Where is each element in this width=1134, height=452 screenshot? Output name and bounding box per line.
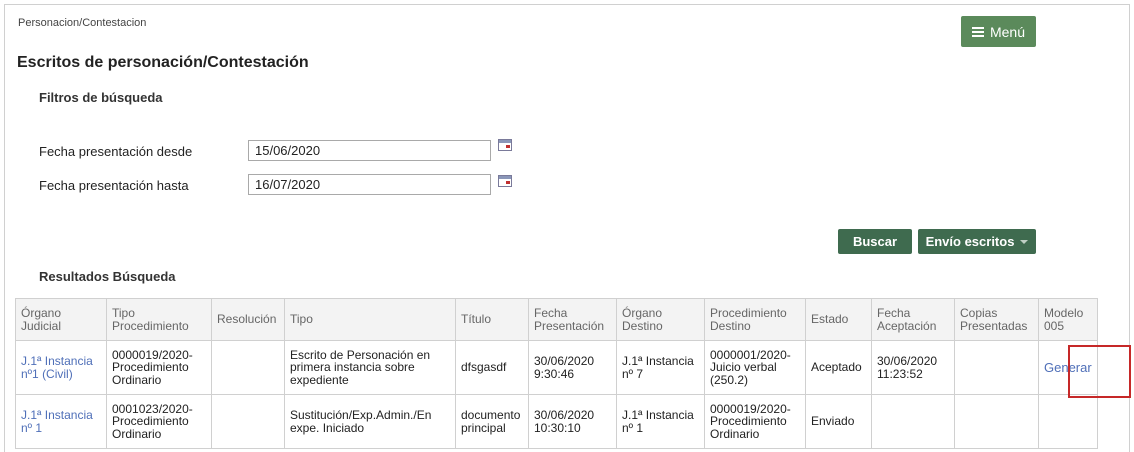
table-cell <box>954 394 1039 449</box>
organo-judicial-link[interactable]: J.1ª Instancia nº 1 <box>15 394 107 449</box>
organo-judicial-link[interactable]: J.1ª Instancia nº1 (Civil) <box>15 340 107 395</box>
column-header[interactable]: Modelo 005 <box>1038 298 1098 341</box>
table-cell: Aceptado <box>805 340 872 395</box>
column-header[interactable]: Procedimiento Destino <box>704 298 806 341</box>
modelo-cell: Generar <box>1038 340 1098 395</box>
table-cell: 0000001/2020-Juicio verbal (250.2) <box>704 340 806 395</box>
table-cell <box>211 340 285 395</box>
table-row: J.1ª Instancia nº1 (Civil) 0000019/2020-… <box>15 340 1098 395</box>
table-cell <box>211 394 285 449</box>
table-cell: 30/06/2020 11:23:52 <box>871 340 955 395</box>
table-cell: J.1ª Instancia nº 1 <box>616 394 705 449</box>
table-cell: Enviado <box>805 394 872 449</box>
column-header[interactable]: Copias Presentadas <box>954 298 1039 341</box>
menu-button-label: Menú <box>989 23 1026 40</box>
table-cell: Escrito de Personación en primera instan… <box>284 340 456 395</box>
calendar-icon[interactable] <box>498 175 512 187</box>
breadcrumb: Personacion/Contestacion <box>18 17 147 29</box>
send-documents-button[interactable]: Envío escritos <box>918 229 1036 254</box>
column-header[interactable]: Órgano Destino <box>616 298 705 341</box>
column-header[interactable]: Tipo <box>284 298 456 341</box>
table-cell: Sustitución/Exp.Admin./En expe. Iniciado <box>284 394 456 449</box>
column-header[interactable]: Estado <box>805 298 872 341</box>
column-header[interactable]: Fecha Presentación <box>528 298 617 341</box>
table-cell <box>954 340 1039 395</box>
table-cell: 30/06/2020 9:30:46 <box>528 340 617 395</box>
generate-link[interactable]: Generar <box>1044 360 1092 375</box>
table-cell <box>1038 394 1098 449</box>
table-cell: J.1ª Instancia nº 7 <box>616 340 705 395</box>
table-cell: documento principal <box>455 394 529 449</box>
results-title: Resultados Búsqueda <box>39 269 176 284</box>
search-button[interactable]: Buscar <box>838 229 912 254</box>
date-to-label: Fecha presentación hasta <box>39 178 189 193</box>
table-cell: 0001023/2020-Procedimiento Ordinario <box>106 394 212 449</box>
table-cell: dfsgasdf <box>455 340 529 395</box>
date-from-label: Fecha presentación desde <box>39 144 193 159</box>
table-cell: 0000019/2020-Procedimiento Ordinario <box>704 394 806 449</box>
table-cell <box>871 394 955 449</box>
table-cell: 0000019/2020-Procedimiento Ordinario <box>106 340 212 395</box>
column-header[interactable]: Fecha Aceptación <box>871 298 955 341</box>
results-table: Órgano Judicial Tipo Procedimiento Resol… <box>15 298 1098 449</box>
page-title: Escritos de personación/Contestación <box>17 54 309 71</box>
menu-icon <box>971 26 984 37</box>
chevron-down-icon <box>1020 239 1029 244</box>
column-header[interactable]: Título <box>455 298 529 341</box>
filters-title: Filtros de búsqueda <box>39 90 163 105</box>
column-header[interactable]: Tipo Procedimiento <box>106 298 212 341</box>
date-from-input[interactable] <box>248 140 491 161</box>
menu-button[interactable]: Menú <box>961 16 1036 47</box>
column-header[interactable]: Resolución <box>211 298 285 341</box>
table-row: J.1ª Instancia nº 1 0001023/2020-Procedi… <box>15 394 1098 449</box>
date-to-input[interactable] <box>248 174 491 195</box>
send-documents-label: Envío escritos <box>925 234 1015 249</box>
table-cell: 30/06/2020 10:30:10 <box>528 394 617 449</box>
calendar-icon[interactable] <box>498 139 512 151</box>
table-header-row: Órgano Judicial Tipo Procedimiento Resol… <box>15 298 1098 341</box>
column-header[interactable]: Órgano Judicial <box>15 298 107 341</box>
